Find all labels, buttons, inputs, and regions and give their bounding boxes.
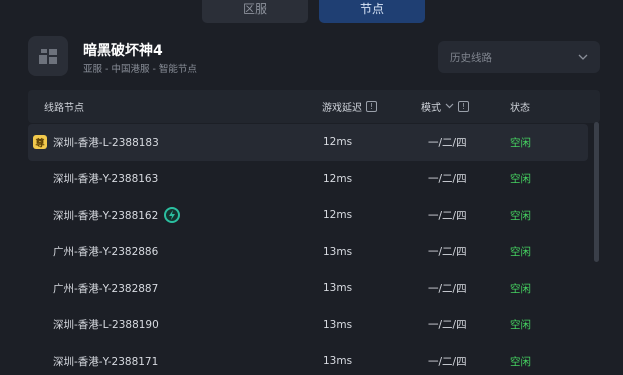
node-name: 深圳-香港-Y-2388171: [53, 355, 159, 368]
node-mode: 一/二/四: [428, 319, 467, 332]
node-mode: 一/二/四: [428, 282, 467, 295]
lightning-bolt-icon: [164, 207, 181, 224]
node-status: 空闲: [510, 246, 531, 259]
table-row[interactable]: 广州-香港-Y-2382887 13ms 一/二/四 空闲: [28, 270, 588, 307]
table-row[interactable]: 深圳-香港-Y-2388163 12ms 一/二/四 空闲: [28, 161, 588, 198]
game-logo-icon: [28, 36, 68, 76]
tab-bar: 区服 节点: [0, 0, 623, 24]
node-latency: 13ms: [323, 355, 353, 368]
header-node: 线路节点: [44, 103, 84, 114]
node-latency: 12ms: [323, 209, 353, 222]
node-name: 广州-香港-Y-2382887: [53, 282, 159, 295]
history-route-select[interactable]: 历史线路: [438, 41, 600, 73]
node-status: 空闲: [510, 136, 531, 149]
node-name: 深圳-香港-L-2388190: [53, 319, 159, 332]
table-row[interactable]: 深圳-香港-Y-2388162 12ms 一/二/四 空闲: [28, 197, 588, 234]
node-list: 尊 深圳-香港-L-2388183 12ms 一/二/四 空闲 深圳-香港-Y-…: [28, 124, 588, 375]
node-status: 空闲: [510, 355, 531, 368]
sort-chevron-icon[interactable]: [445, 101, 454, 112]
header-latency: 游戏延迟 !: [322, 90, 377, 123]
node-status: 空闲: [510, 282, 531, 295]
node-status: 空闲: [510, 173, 531, 186]
node-latency: 13ms: [323, 282, 353, 295]
node-name: 深圳-香港-Y-2388163: [53, 173, 159, 186]
node-latency: 12ms: [323, 172, 353, 185]
question-icon[interactable]: !: [366, 101, 377, 112]
game-title: 暗黑破坏神4: [83, 43, 163, 59]
table-row[interactable]: 广州-香港-Y-2382886 13ms 一/二/四 空闲: [28, 234, 588, 271]
question-icon[interactable]: !: [458, 101, 469, 112]
node-latency: 13ms: [323, 245, 353, 258]
table-header: 线路节点 游戏延迟 ! 模式 ! 状态: [28, 90, 600, 123]
node-name: 深圳-香港-L-2388183: [53, 136, 159, 149]
node-mode: 一/二/四: [428, 173, 467, 186]
node-mode: 一/二/四: [428, 246, 467, 259]
scrollbar-thumb[interactable]: [594, 122, 599, 262]
node-mode: 一/二/四: [428, 209, 467, 222]
tab-region[interactable]: 区服: [202, 0, 308, 23]
node-mode: 一/二/四: [428, 355, 467, 368]
node-status: 空闲: [510, 209, 531, 222]
node-mode: 一/二/四: [428, 136, 467, 149]
table-row[interactable]: 深圳-香港-L-2388190 13ms 一/二/四 空闲: [28, 307, 588, 344]
table-row[interactable]: 尊 深圳-香港-L-2388183 12ms 一/二/四 空闲: [28, 124, 588, 161]
header-status: 状态: [510, 103, 530, 114]
node-status: 空闲: [510, 319, 531, 332]
node-latency: 12ms: [323, 136, 353, 149]
header-mode[interactable]: 模式 !: [421, 90, 469, 123]
history-route-label: 历史线路: [450, 51, 492, 64]
game-subtitle: 亚服 - 中国港服 - 智能节点: [83, 64, 197, 75]
tab-node[interactable]: 节点: [319, 0, 425, 23]
chevron-down-icon: [578, 51, 588, 63]
node-name: 深圳-香港-Y-2388162: [53, 209, 159, 222]
vip-badge: 尊: [33, 135, 47, 149]
node-name: 广州-香港-Y-2382886: [53, 246, 159, 259]
scrollbar[interactable]: [594, 122, 599, 372]
node-latency: 13ms: [323, 318, 353, 331]
table-row[interactable]: 深圳-香港-Y-2388171 13ms 一/二/四 空闲: [28, 343, 588, 375]
